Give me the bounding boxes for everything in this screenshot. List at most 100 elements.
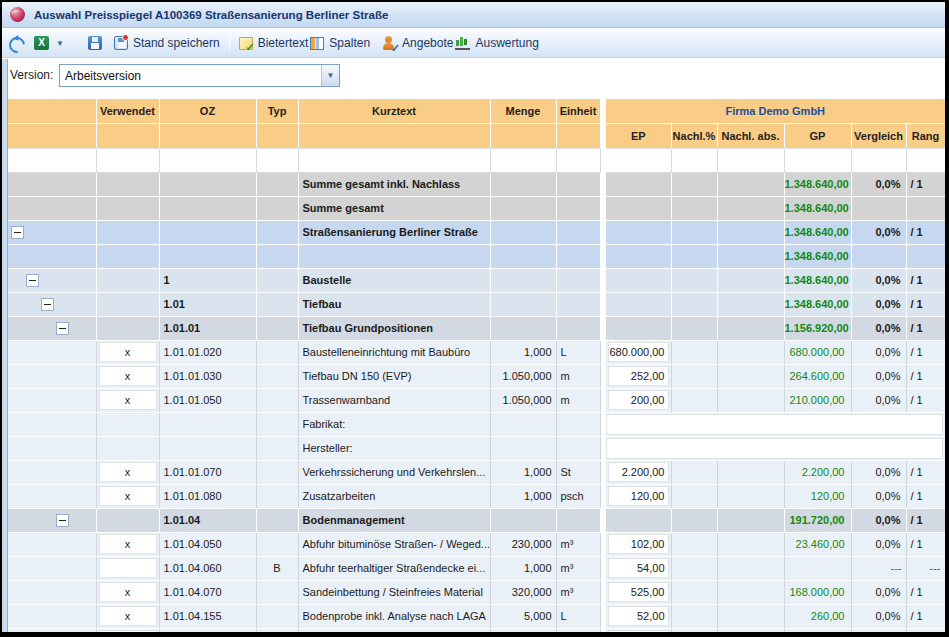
vergleich-cell: 0,0%: [851, 460, 906, 484]
version-dropdown-icon[interactable]: ▼: [321, 65, 339, 86]
toolbar: X ▼ Stand speichern ✓ Bietertext Spalten…: [2, 29, 945, 58]
table-row[interactable]: Fabrikat:: [8, 412, 945, 436]
ep-input[interactable]: 525,00: [608, 582, 669, 602]
angebote-button[interactable]: ✓ Angebote: [376, 31, 459, 55]
verwendet-checkbox[interactable]: x: [99, 366, 157, 386]
nachl-abs-cell: [717, 244, 784, 268]
col-header-verwendet[interactable]: Verwendet: [96, 99, 159, 123]
col-header-nachl-pct[interactable]: Nachl.%: [671, 123, 717, 148]
table-row[interactable]: x1.01.04.070Sandeinbettung / Steinfreies…: [8, 580, 945, 604]
excel-dropdown-arrow-icon[interactable]: ▼: [56, 39, 64, 48]
col-header-kurztext[interactable]: Kurztext: [298, 99, 490, 123]
table-row[interactable]: 1.01Tiefbau1.348.640,000,0%/ 1: [8, 292, 945, 316]
ep-cell: [606, 148, 671, 172]
ep-input[interactable]: 120,00: [608, 486, 669, 506]
bietertext-button[interactable]: ✓ Bietertext: [233, 31, 315, 55]
collapse-icon[interactable]: [11, 226, 24, 239]
excel-export-button[interactable]: X ▼: [28, 31, 70, 55]
table-row[interactable]: 1Baustelle1.348.640,000,0%/ 1: [8, 268, 945, 292]
col-header-tree[interactable]: [8, 99, 96, 123]
verwendet-checkbox[interactable]: x: [99, 606, 157, 626]
menge-cell: 230,000: [490, 532, 556, 556]
vergleich-cell: 0,0%: [851, 340, 906, 364]
stand-speichern-button[interactable]: Stand speichern: [108, 31, 226, 55]
einheit-cell: [556, 244, 600, 268]
table-row[interactable]: 1.01.04Bodenmanagement191.720,000,0%/ 1: [8, 508, 945, 532]
nachl-abs-cell: [717, 484, 784, 508]
oz-cell: [159, 220, 256, 244]
table-row[interactable]: x1.01.01.050Trassenwarnband1.050,000m200…: [8, 388, 945, 412]
menge-cell: [490, 316, 556, 340]
collapse-icon[interactable]: [56, 514, 69, 527]
verwendet-checkbox[interactable]: x: [99, 462, 157, 482]
table-row[interactable]: [8, 148, 945, 172]
ep-input[interactable]: [608, 630, 669, 637]
ep-input[interactable]: 102,00: [608, 534, 669, 554]
col-header-menge[interactable]: Menge: [490, 99, 556, 123]
verwendet-checkbox[interactable]: x: [99, 390, 157, 410]
auswertung-icon: [455, 37, 470, 50]
typ-cell: [256, 364, 298, 388]
ep-input[interactable]: 252,00: [608, 366, 669, 386]
table-row[interactable]: x1.01.01.080Zusatzarbeiten1,000psch120,0…: [8, 484, 945, 508]
ep-input[interactable]: 200,00: [608, 390, 669, 410]
verwendet-cell: [96, 316, 159, 340]
col-header-nachl-abs[interactable]: Nachl. abs.: [717, 123, 784, 148]
oz-cell: 1.01: [159, 292, 256, 316]
kurztext-cell: Verkehrssicherung und Verkehrslen...: [298, 460, 490, 484]
col-header-rang[interactable]: Rang: [906, 123, 945, 148]
table-row[interactable]: x1.01.04.155Bodenprobe inkl. Analyse nac…: [8, 604, 945, 628]
col-header-firma[interactable]: Firma Demo GmbH: [606, 99, 945, 123]
table-row[interactable]: Hersteller:: [8, 436, 945, 460]
verwendet-checkbox[interactable]: x: [99, 486, 157, 506]
ep-input[interactable]: 2.200,00: [608, 462, 669, 482]
version-combobox[interactable]: Arbeitsversion ▼: [59, 64, 340, 87]
table-row[interactable]: [8, 628, 945, 637]
ep-input[interactable]: 52,00: [608, 606, 669, 626]
table-row[interactable]: x1.01.04.050Abfuhr bituminöse Straßen- /…: [8, 532, 945, 556]
rang-cell: / 1: [906, 364, 945, 388]
table-row[interactable]: Summe gesamt1.348.640,00: [8, 196, 945, 220]
menge-cell: 1,000: [490, 460, 556, 484]
table-row[interactable]: Summe gesamt inkl. Nachlass1.348.640,000…: [8, 172, 945, 196]
table-row[interactable]: 1.01.01Tiefbau Grundpositionen1.156.920,…: [8, 316, 945, 340]
ep-cell: [606, 172, 671, 196]
freetext-input[interactable]: [606, 414, 943, 435]
auswertung-button[interactable]: Auswertung: [449, 31, 544, 55]
menge-cell: [490, 628, 556, 637]
verwendet-checkbox[interactable]: [99, 558, 157, 578]
nachl-abs-cell: [717, 316, 784, 340]
table-row[interactable]: x1.01.01.030Tiefbau DN 150 (EVP)1.050,00…: [8, 364, 945, 388]
menge-cell: [490, 196, 556, 220]
table-row[interactable]: 1.01.04.060BAbfuhr teerhaltiger Straßend…: [8, 556, 945, 580]
table-row[interactable]: x1.01.01.020Baustelleneinrichtung mit Ba…: [8, 340, 945, 364]
kurztext-cell: Abfuhr bituminöse Straßen- / Weged...: [298, 532, 490, 556]
ep-input[interactable]: 680.000,00: [608, 342, 669, 362]
col-header-typ[interactable]: Typ: [256, 99, 298, 123]
rang-cell: / 1: [906, 580, 945, 604]
verwendet-checkbox[interactable]: [99, 630, 157, 637]
ep-input[interactable]: 54,00: [608, 558, 669, 578]
col-header-einheit[interactable]: Einheit: [556, 99, 600, 123]
vergleich-cell: 0,0%: [851, 220, 906, 244]
refresh-button[interactable]: [2, 31, 28, 55]
verwendet-checkbox[interactable]: x: [99, 582, 157, 602]
typ-cell: [256, 604, 298, 628]
typ-cell: [256, 580, 298, 604]
collapse-icon[interactable]: [41, 298, 54, 311]
verwendet-checkbox[interactable]: x: [99, 342, 157, 362]
table-row[interactable]: x1.01.01.070Verkehrssicherung und Verkeh…: [8, 460, 945, 484]
vergleich-cell: ---: [851, 556, 906, 580]
col-header-oz[interactable]: OZ: [159, 99, 256, 123]
table-row[interactable]: Straßensanierung Berliner Straße1.348.64…: [8, 220, 945, 244]
collapse-icon[interactable]: [26, 274, 39, 287]
table-row[interactable]: 1.348.640,00: [8, 244, 945, 268]
col-header-gp[interactable]: GP: [784, 123, 851, 148]
verwendet-checkbox[interactable]: x: [99, 534, 157, 554]
save-button[interactable]: [82, 31, 108, 55]
freetext-input[interactable]: [606, 438, 943, 459]
col-header-vergleich[interactable]: Vergleich: [851, 123, 906, 148]
collapse-icon[interactable]: [56, 322, 69, 335]
spalten-button[interactable]: Spalten: [304, 31, 376, 55]
col-header-ep[interactable]: EP: [606, 123, 671, 148]
